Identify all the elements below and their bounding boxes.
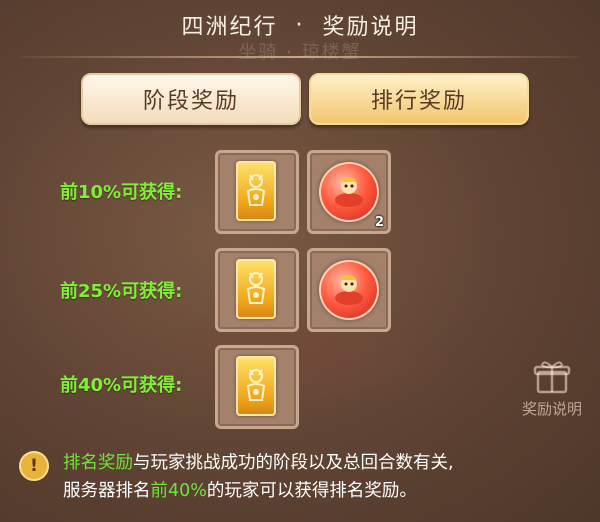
reward-slot[interactable] [215,248,299,332]
reward-row-label-25: 前25%可获得: [60,281,183,302]
tab-rank-rewards[interactable]: 排行奖励 [309,73,529,125]
gold-card-icon [236,161,276,221]
reward-row-label-40: 前40%可获得: [60,375,183,396]
item-count: 2 [374,215,384,230]
background-plate [150,300,450,410]
title-divider [20,56,580,58]
notice-highlight-top40: 前40% [150,481,207,501]
title-right: 奖励说明 [322,15,419,40]
reward-info-button[interactable]: 奖励说明 [508,358,596,428]
red-orb-mount-icon [319,162,379,222]
red-orb-mount-icon [319,260,379,320]
tab-stage-rewards[interactable]: 阶段奖励 [81,73,301,125]
notice-text-3: 的玩家可以获得排名奖励。 [206,481,417,501]
reward-info-label: 奖励说明 [521,400,582,418]
reward-slot[interactable]: 2 [307,150,391,234]
warning-icon: ! [19,451,49,481]
notice-text-1: 与玩家挑战成功的阶段以及总回合数有关, [133,453,454,473]
gold-card-icon [236,356,276,416]
title-separator: · [295,12,305,38]
reward-slot[interactable] [215,345,299,429]
reward-slot[interactable] [307,248,391,332]
title-left: 四洲纪行 [181,15,278,40]
gold-card-icon [236,259,276,319]
notice-text: 排名奖励与玩家挑战成功的阶段以及总回合数有关, 服务器排名前40%的玩家可以获得… [63,449,573,505]
gift-icon [533,361,571,394]
notice-text-2: 服务器排名 [63,481,151,501]
notice-highlight-rank-reward: 排名奖励 [63,453,133,473]
reward-row-label-10: 前10%可获得: [60,182,183,203]
reward-slot[interactable] [215,150,299,234]
background-watermark-text: 坐骑 · 琼楼蟹 [238,42,362,63]
